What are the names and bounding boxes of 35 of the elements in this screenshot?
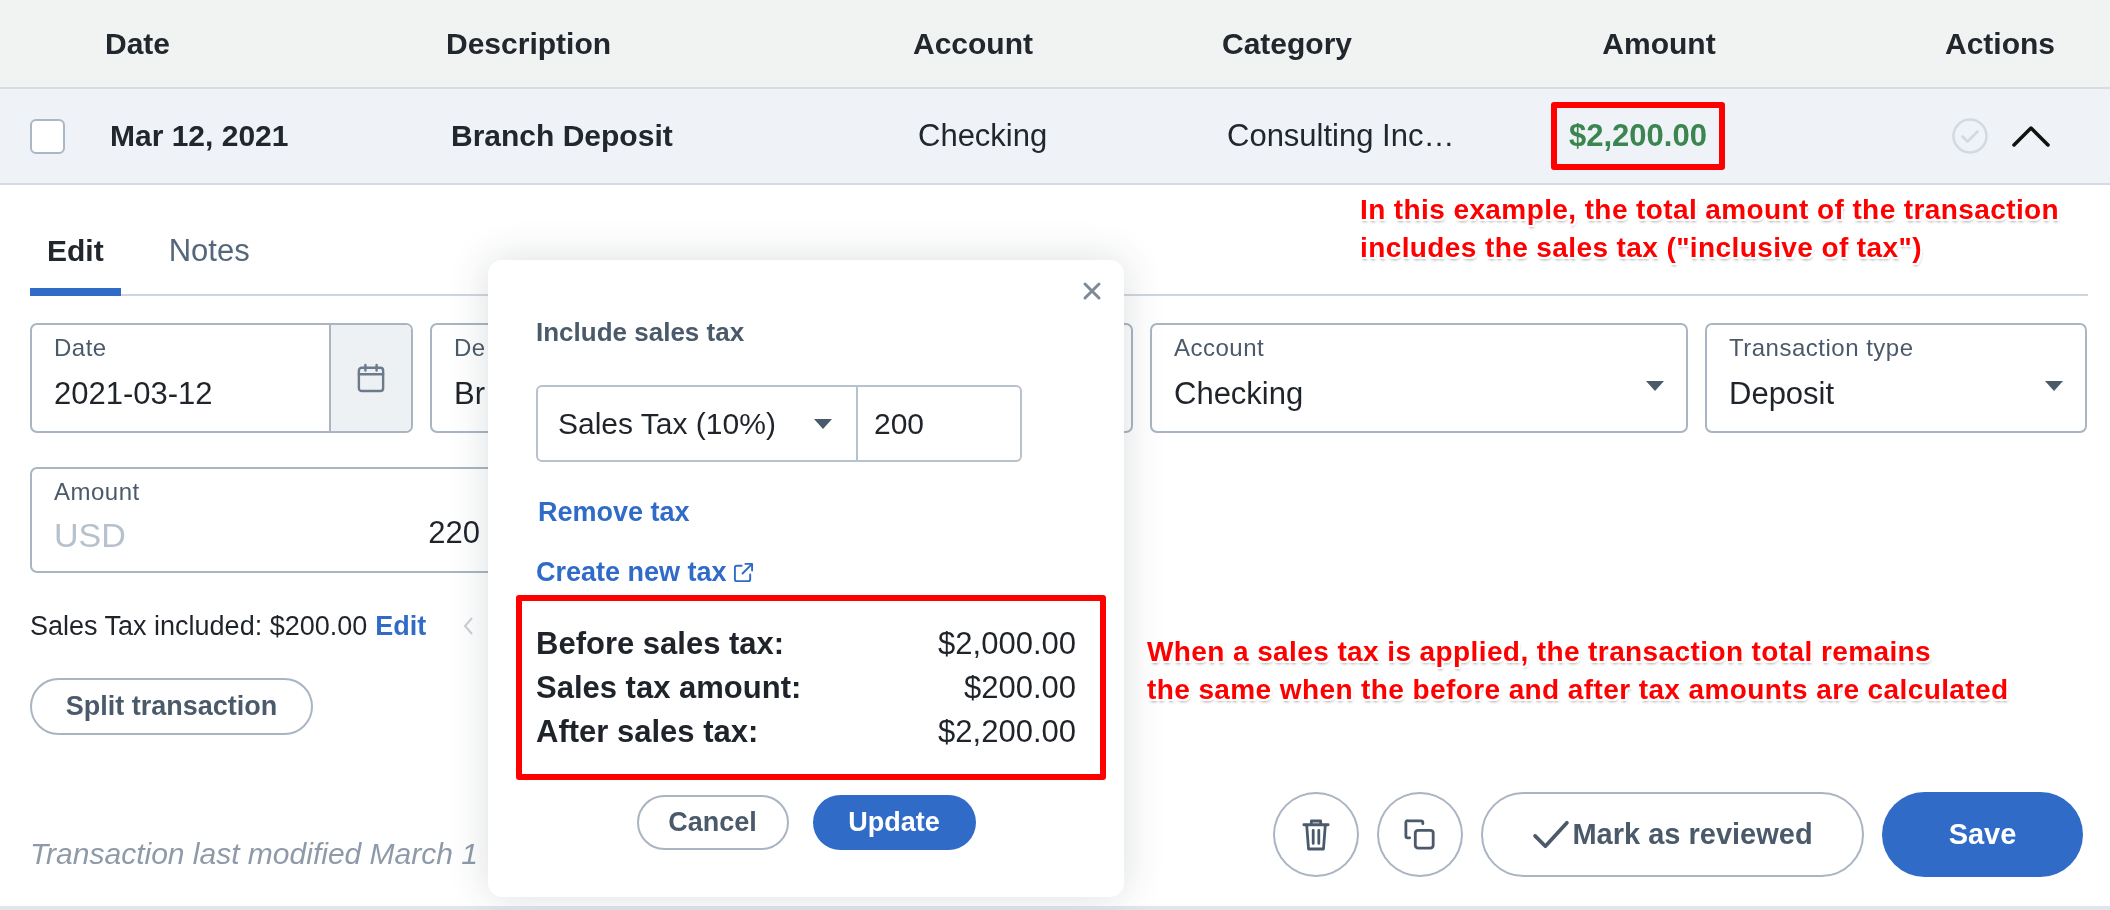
currency-text: USD [54, 515, 126, 556]
description-text: Branch Deposit [450, 119, 673, 153]
column-header: Date [105, 26, 171, 61]
field-label: Account [1174, 333, 1265, 363]
field-value: 200 [874, 406, 925, 441]
field-label: Transaction type [1729, 333, 1914, 363]
summary-label: After sales tax: [536, 714, 759, 750]
field-label: De [454, 333, 486, 363]
amount-text: $2,200.00 [1569, 118, 1707, 154]
date-text: Mar 12, 2021 [109, 119, 289, 153]
column-header: Description [446, 26, 612, 61]
popover-title: Include sales tax [536, 316, 745, 348]
field-label: Amount [54, 477, 140, 507]
annotation-text: When a sales tax is applied, the transaction total remains the same when the before and after tax amounts are calculated [1147, 635, 2009, 707]
annotation-text: In this example, the total amount of the transaction includes the sales tax ("inclusive of tax") [1360, 193, 2060, 265]
summary-value: $2,000.00 [938, 626, 1076, 662]
column-header: Actions [1945, 26, 2056, 61]
column-header: Amount [1601, 26, 1716, 61]
summary-label: Sales tax amount: [536, 670, 802, 706]
last-modified-text: Transaction last modified March 1 [30, 837, 478, 872]
field-value: Deposit [1729, 375, 1835, 413]
field-value: Br [454, 375, 485, 413]
column-header: Category [1222, 26, 1353, 61]
tax-note-text: Sales Tax included: $200.00 [30, 610, 368, 642]
summary-value: $2,200.00 [938, 714, 1076, 750]
summary-label: Before sales tax: [536, 626, 785, 662]
summary-value: $200.00 [963, 670, 1076, 706]
dropdown-value: Sales Tax (10%) [558, 406, 776, 441]
account-text: Checking [917, 118, 1048, 154]
column-header: Account [913, 26, 1033, 61]
field-value: Checking [1174, 375, 1304, 413]
field-label: Date [54, 333, 107, 363]
field-value: 220 [428, 514, 480, 552]
category-text: Consulting Inc… [1226, 118, 1455, 154]
field-value: 2021-03-12 [54, 375, 213, 413]
